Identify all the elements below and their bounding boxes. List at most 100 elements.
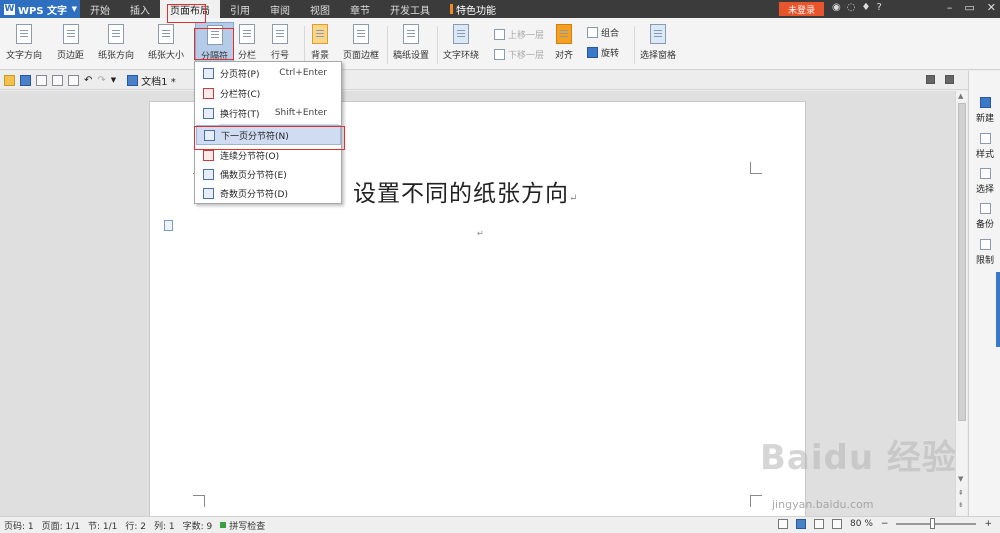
zoom-out-icon[interactable]: − [881, 519, 889, 529]
zoom-slider[interactable] [896, 518, 977, 529]
tab-section[interactable]: 章节 [340, 0, 380, 18]
menu-item-label: 分栏符(C) [220, 89, 261, 100]
undo-icon[interactable]: ↶ [84, 75, 92, 86]
minimize-icon[interactable]: – [947, 1, 953, 14]
document-icon [127, 74, 139, 86]
line-numbers-button[interactable]: 行号 [271, 18, 289, 61]
window-controls: – ▭ ✕ [947, 1, 996, 14]
help-icon[interactable]: ? [876, 2, 881, 13]
print-preview-icon[interactable] [68, 74, 79, 86]
close-icon[interactable]: ✕ [987, 1, 996, 14]
highlight-next-page-section-break [194, 126, 345, 150]
rotate-button[interactable]: 旋转 [587, 46, 619, 59]
selection-pane-label: 选择窗格 [640, 51, 677, 61]
menu-item-even-page-section-break[interactable]: 偶数页分节符(E) [196, 164, 341, 184]
background-label: 背景 [311, 51, 330, 61]
ribbon-separator [437, 26, 438, 64]
menu-item-odd-page-section-break[interactable]: 奇数页分节符(D) [196, 183, 341, 203]
text-wrap-button[interactable]: 文字环绕 [443, 18, 479, 61]
group-button[interactable]: 组合 [587, 26, 619, 39]
page-break-icon [203, 67, 214, 79]
ribbon-separator [387, 26, 388, 64]
orientation-icon [108, 24, 124, 44]
tab-view[interactable]: 视图 [300, 0, 340, 18]
zoom-level[interactable]: 80 % [850, 519, 873, 529]
paper-size-label: 纸张大小 [148, 51, 185, 61]
web-view-icon[interactable] [832, 519, 843, 529]
taskpane-restrict[interactable]: 限制 [969, 239, 1000, 266]
orientation-button[interactable]: 纸张方向 [98, 18, 134, 61]
close-doc-icon[interactable] [926, 75, 935, 84]
taskpane-styles[interactable]: 样式 [969, 133, 1000, 160]
paper-size-icon [158, 24, 174, 44]
tab-developer[interactable]: 开发工具 [380, 0, 440, 18]
columns-label: 分栏 [238, 51, 257, 61]
zoom-slider-knob[interactable] [930, 518, 936, 529]
line-break-icon [203, 107, 214, 119]
background-icon [312, 24, 328, 44]
scroll-up-icon[interactable]: ▲ [958, 92, 963, 100]
customize-icon[interactable]: ▼ [111, 76, 116, 84]
columns-button[interactable]: 分栏 [238, 18, 256, 61]
tab-home[interactable]: 开始 [80, 0, 120, 18]
prev-page-icon[interactable]: ⇞ [958, 489, 964, 497]
taskpane-new[interactable]: 新建 [969, 97, 1000, 124]
wps-logo-icon: W [4, 3, 15, 15]
open-icon[interactable] [4, 74, 15, 86]
save-icon[interactable] [20, 74, 31, 86]
taskpane-select[interactable]: 选择 [969, 168, 1000, 195]
highlight-page-layout-tab [167, 4, 206, 23]
margins-button[interactable]: 页边距 [57, 18, 84, 61]
tab-review[interactable]: 审阅 [260, 0, 300, 18]
redo-icon[interactable]: ↷ [97, 75, 105, 86]
align-button[interactable]: 对齐 [555, 18, 573, 61]
scroll-down-icon[interactable]: ▼ [958, 475, 963, 483]
menu-item-column-break[interactable]: 分栏符(C) [196, 83, 341, 103]
fullscreen-view-icon[interactable] [778, 519, 789, 529]
tab-insert[interactable]: 插入 [120, 0, 160, 18]
restore-icon[interactable]: ▭ [964, 1, 974, 14]
page-border-button[interactable]: 页面边框 [343, 18, 379, 61]
skin-icon[interactable]: ◉ [832, 2, 841, 13]
app-menu-button[interactable]: W WPS 文字 ▼ [0, 0, 80, 18]
feedback-icon[interactable]: ◌ [847, 2, 856, 13]
menu-item-page-break[interactable]: 分页符(P) Ctrl+Enter [196, 63, 341, 83]
paragraph-layout-icon[interactable] [164, 220, 173, 231]
zoom-in-icon[interactable]: + [984, 519, 992, 529]
export-pdf-icon[interactable] [36, 74, 47, 86]
continuous-section-break-icon [203, 149, 214, 161]
ribbon-separator [634, 26, 635, 64]
line-numbers-label: 行号 [271, 51, 290, 61]
scroll-thumb[interactable] [958, 103, 966, 421]
page-view-icon[interactable] [796, 519, 807, 529]
text-direction-button[interactable]: 文字方向 [6, 18, 42, 61]
send-backward-button[interactable]: 下移一层 [494, 48, 544, 61]
taskpane-select-label: 选择 [975, 185, 994, 195]
menu-item-line-break[interactable]: 换行符(T) Shift+Enter [196, 103, 341, 123]
selection-pane-button[interactable]: 选择窗格 [640, 18, 676, 61]
outline-view-icon[interactable] [814, 519, 825, 529]
document-tab[interactable]: 文档1 * [127, 73, 176, 88]
taskpane-backup[interactable]: 备份 [969, 203, 1000, 230]
bring-forward-button[interactable]: 上移一层 [494, 28, 544, 41]
tab-special-features[interactable]: 特色功能 [440, 0, 506, 18]
shirt-icon[interactable]: ♦ [861, 2, 870, 13]
even-page-section-break-icon [203, 168, 214, 180]
spell-check-button[interactable]: 拼写检查 [220, 519, 265, 532]
document-heading[interactable]: 设置不同的纸张方向↵ [353, 174, 578, 208]
paper-setup-label: 稿纸设置 [393, 51, 430, 61]
paper-size-button[interactable]: 纸张大小 [148, 18, 184, 61]
login-button[interactable]: 未登录 [779, 2, 824, 16]
tab-list-icon[interactable] [945, 75, 954, 84]
bring-forward-icon [494, 29, 505, 40]
paper-setup-icon [403, 24, 419, 44]
tab-references[interactable]: 引用 [220, 0, 260, 18]
menu-item-shortcut: Shift+Enter [274, 108, 327, 118]
next-page-icon[interactable]: ⇟ [958, 501, 964, 509]
status-word-count[interactable]: 字数: 9 [183, 519, 213, 532]
margin-corner-bottom-right [750, 495, 762, 507]
print-icon[interactable] [52, 74, 63, 86]
taskpane-collapse-handle[interactable] [996, 272, 1000, 347]
background-button[interactable]: 背景 [311, 18, 329, 61]
paper-setup-button[interactable]: 稿纸设置 [393, 18, 429, 61]
